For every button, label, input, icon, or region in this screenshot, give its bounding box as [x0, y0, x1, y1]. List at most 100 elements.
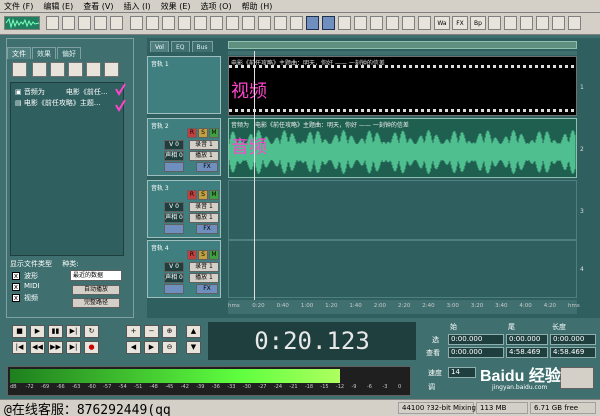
fx-button[interactable]: FX	[196, 162, 218, 172]
zoom-left-icon[interactable]: ◀	[126, 341, 141, 354]
lock-button[interactable]	[164, 224, 184, 234]
list-icon[interactable]	[418, 16, 431, 30]
save-all-icon[interactable]	[94, 16, 107, 30]
volume-field[interactable]: V 0	[164, 140, 184, 150]
pan-field[interactable]: 声相 0	[164, 213, 184, 223]
select-icon[interactable]	[226, 16, 239, 30]
zoom-sel-icon[interactable]: ⊖	[162, 341, 177, 354]
envelope-icon[interactable]	[258, 16, 271, 30]
film-icon[interactable]	[110, 16, 123, 30]
rewind-icon[interactable]: ◀◀	[30, 341, 45, 354]
view-length-field[interactable]: 4:58.469	[550, 347, 596, 358]
sort-select[interactable]: 最近的数据	[70, 270, 122, 281]
zoom-in-v-icon[interactable]: ▲	[186, 325, 201, 338]
list-item[interactable]: ▤ 电影《前任攻略》主题...	[15, 98, 101, 108]
track-header-1[interactable]: 音轨 1	[147, 56, 221, 114]
playhead[interactable]	[254, 51, 255, 313]
volume-field[interactable]: V 0	[164, 202, 184, 212]
zoom-full-icon[interactable]: ⊕	[162, 325, 177, 338]
zoom-out-v-icon[interactable]: ▼	[186, 341, 201, 354]
menu-effects[interactable]: 效果 (E)	[157, 1, 197, 12]
stop-icon[interactable]: ■	[12, 325, 27, 338]
menu-edit[interactable]: 编辑 (E)	[39, 1, 79, 12]
undo-icon[interactable]	[130, 16, 143, 30]
loop-play-icon[interactable]: ↻	[84, 325, 99, 338]
open-icon[interactable]	[62, 16, 75, 30]
zoom-right-icon[interactable]: ▶	[144, 341, 159, 354]
tab-favorites[interactable]: 偏好	[57, 47, 81, 59]
new-icon[interactable]	[46, 16, 59, 30]
insert-icon[interactable]	[386, 16, 399, 30]
menu-help[interactable]: 帮助 (H)	[238, 1, 279, 12]
play-output-button[interactable]: 播放 1	[189, 273, 219, 283]
auto-play-button[interactable]: 自动播放	[72, 285, 120, 295]
mix-paste-icon[interactable]	[194, 16, 207, 30]
record-icon[interactable]: ●	[84, 341, 99, 354]
import-icon[interactable]	[32, 62, 47, 77]
play-icon[interactable]: ▶	[30, 325, 45, 338]
move-icon[interactable]	[242, 16, 255, 30]
view-end-field[interactable]: 4:58.469	[506, 347, 548, 358]
go-end-icon[interactable]: ▶|	[66, 341, 81, 354]
tab-vol[interactable]: Vol	[150, 41, 169, 52]
full-path-button[interactable]: 完整路径	[72, 298, 120, 308]
play-output-button[interactable]: 播放 1	[189, 151, 219, 161]
midi-icon[interactable]	[402, 16, 415, 30]
marker-icon[interactable]	[290, 16, 303, 30]
tempo-field[interactable]: 14	[448, 367, 476, 378]
lock-button[interactable]	[164, 284, 184, 294]
menu-options[interactable]: 选项 (O)	[197, 1, 238, 12]
solo-button[interactable]: S	[198, 250, 208, 260]
rec-input-button[interactable]: 录音 1	[189, 202, 219, 212]
copy-icon[interactable]	[162, 16, 175, 30]
tab-files[interactable]: 文件	[7, 47, 31, 59]
record-arm-button[interactable]: R	[187, 250, 197, 260]
file-help-icon[interactable]	[104, 62, 119, 77]
zoom-in-h-icon[interactable]: +	[126, 325, 141, 338]
lock-icon[interactable]	[338, 16, 351, 30]
save-icon[interactable]	[78, 16, 91, 30]
pan-field[interactable]: 声相 0	[164, 151, 184, 161]
fx-button[interactable]: FX	[196, 284, 218, 294]
grid-icon[interactable]	[322, 16, 335, 30]
eq-icon[interactable]	[552, 16, 565, 30]
rec-input-button[interactable]: 录音 1	[189, 262, 219, 272]
tab-bus[interactable]: Bus	[191, 41, 213, 52]
pan-field[interactable]: 声相 0	[164, 273, 184, 283]
trim-icon[interactable]	[210, 16, 223, 30]
list-item[interactable]: ▣ 音频为 电影《前任...	[15, 87, 108, 97]
record-arm-button[interactable]: R	[187, 190, 197, 200]
loop-icon[interactable]	[274, 16, 287, 30]
cue-icon[interactable]	[370, 16, 383, 30]
solo-button[interactable]: S	[198, 190, 208, 200]
snap-icon[interactable]	[306, 16, 319, 30]
rec-input-button[interactable]: 录音 1	[189, 140, 219, 150]
bpm-button[interactable]: Bp	[470, 16, 486, 30]
tab-effects[interactable]: 效果	[32, 47, 56, 59]
close-file-icon[interactable]	[50, 62, 65, 77]
mute-button[interactable]: M	[209, 190, 219, 200]
type-checkbox-midi[interactable]: x	[12, 283, 20, 291]
lock-button[interactable]	[164, 162, 184, 172]
go-start-icon[interactable]: |◀	[12, 341, 27, 354]
cut-icon[interactable]	[146, 16, 159, 30]
menu-view[interactable]: 查看 (V)	[79, 1, 119, 12]
solo-button[interactable]: S	[198, 128, 208, 138]
wave-button[interactable]: Wa	[434, 16, 450, 30]
sel-start-field[interactable]: 0:00.000	[448, 334, 504, 345]
help-icon[interactable]	[568, 16, 581, 30]
insert-file-icon[interactable]	[86, 62, 101, 77]
tab-eq[interactable]: EQ	[170, 41, 190, 52]
mute-button[interactable]: M	[209, 250, 219, 260]
advanced-button[interactable]	[560, 367, 594, 389]
waveform-view-button[interactable]	[4, 16, 40, 30]
track-lane-4[interactable]	[228, 240, 577, 298]
open-file-icon[interactable]	[12, 62, 27, 77]
edit-file-icon[interactable]	[68, 62, 83, 77]
type-checkbox-wave[interactable]: x	[12, 272, 20, 280]
overview-bar[interactable]	[228, 41, 577, 49]
zoom-out-h-icon[interactable]: −	[144, 325, 159, 338]
play-from-cursor-icon[interactable]: ▶|	[66, 325, 81, 338]
fx-button[interactable]: FX	[452, 16, 468, 30]
record-arm-button[interactable]: R	[187, 128, 197, 138]
